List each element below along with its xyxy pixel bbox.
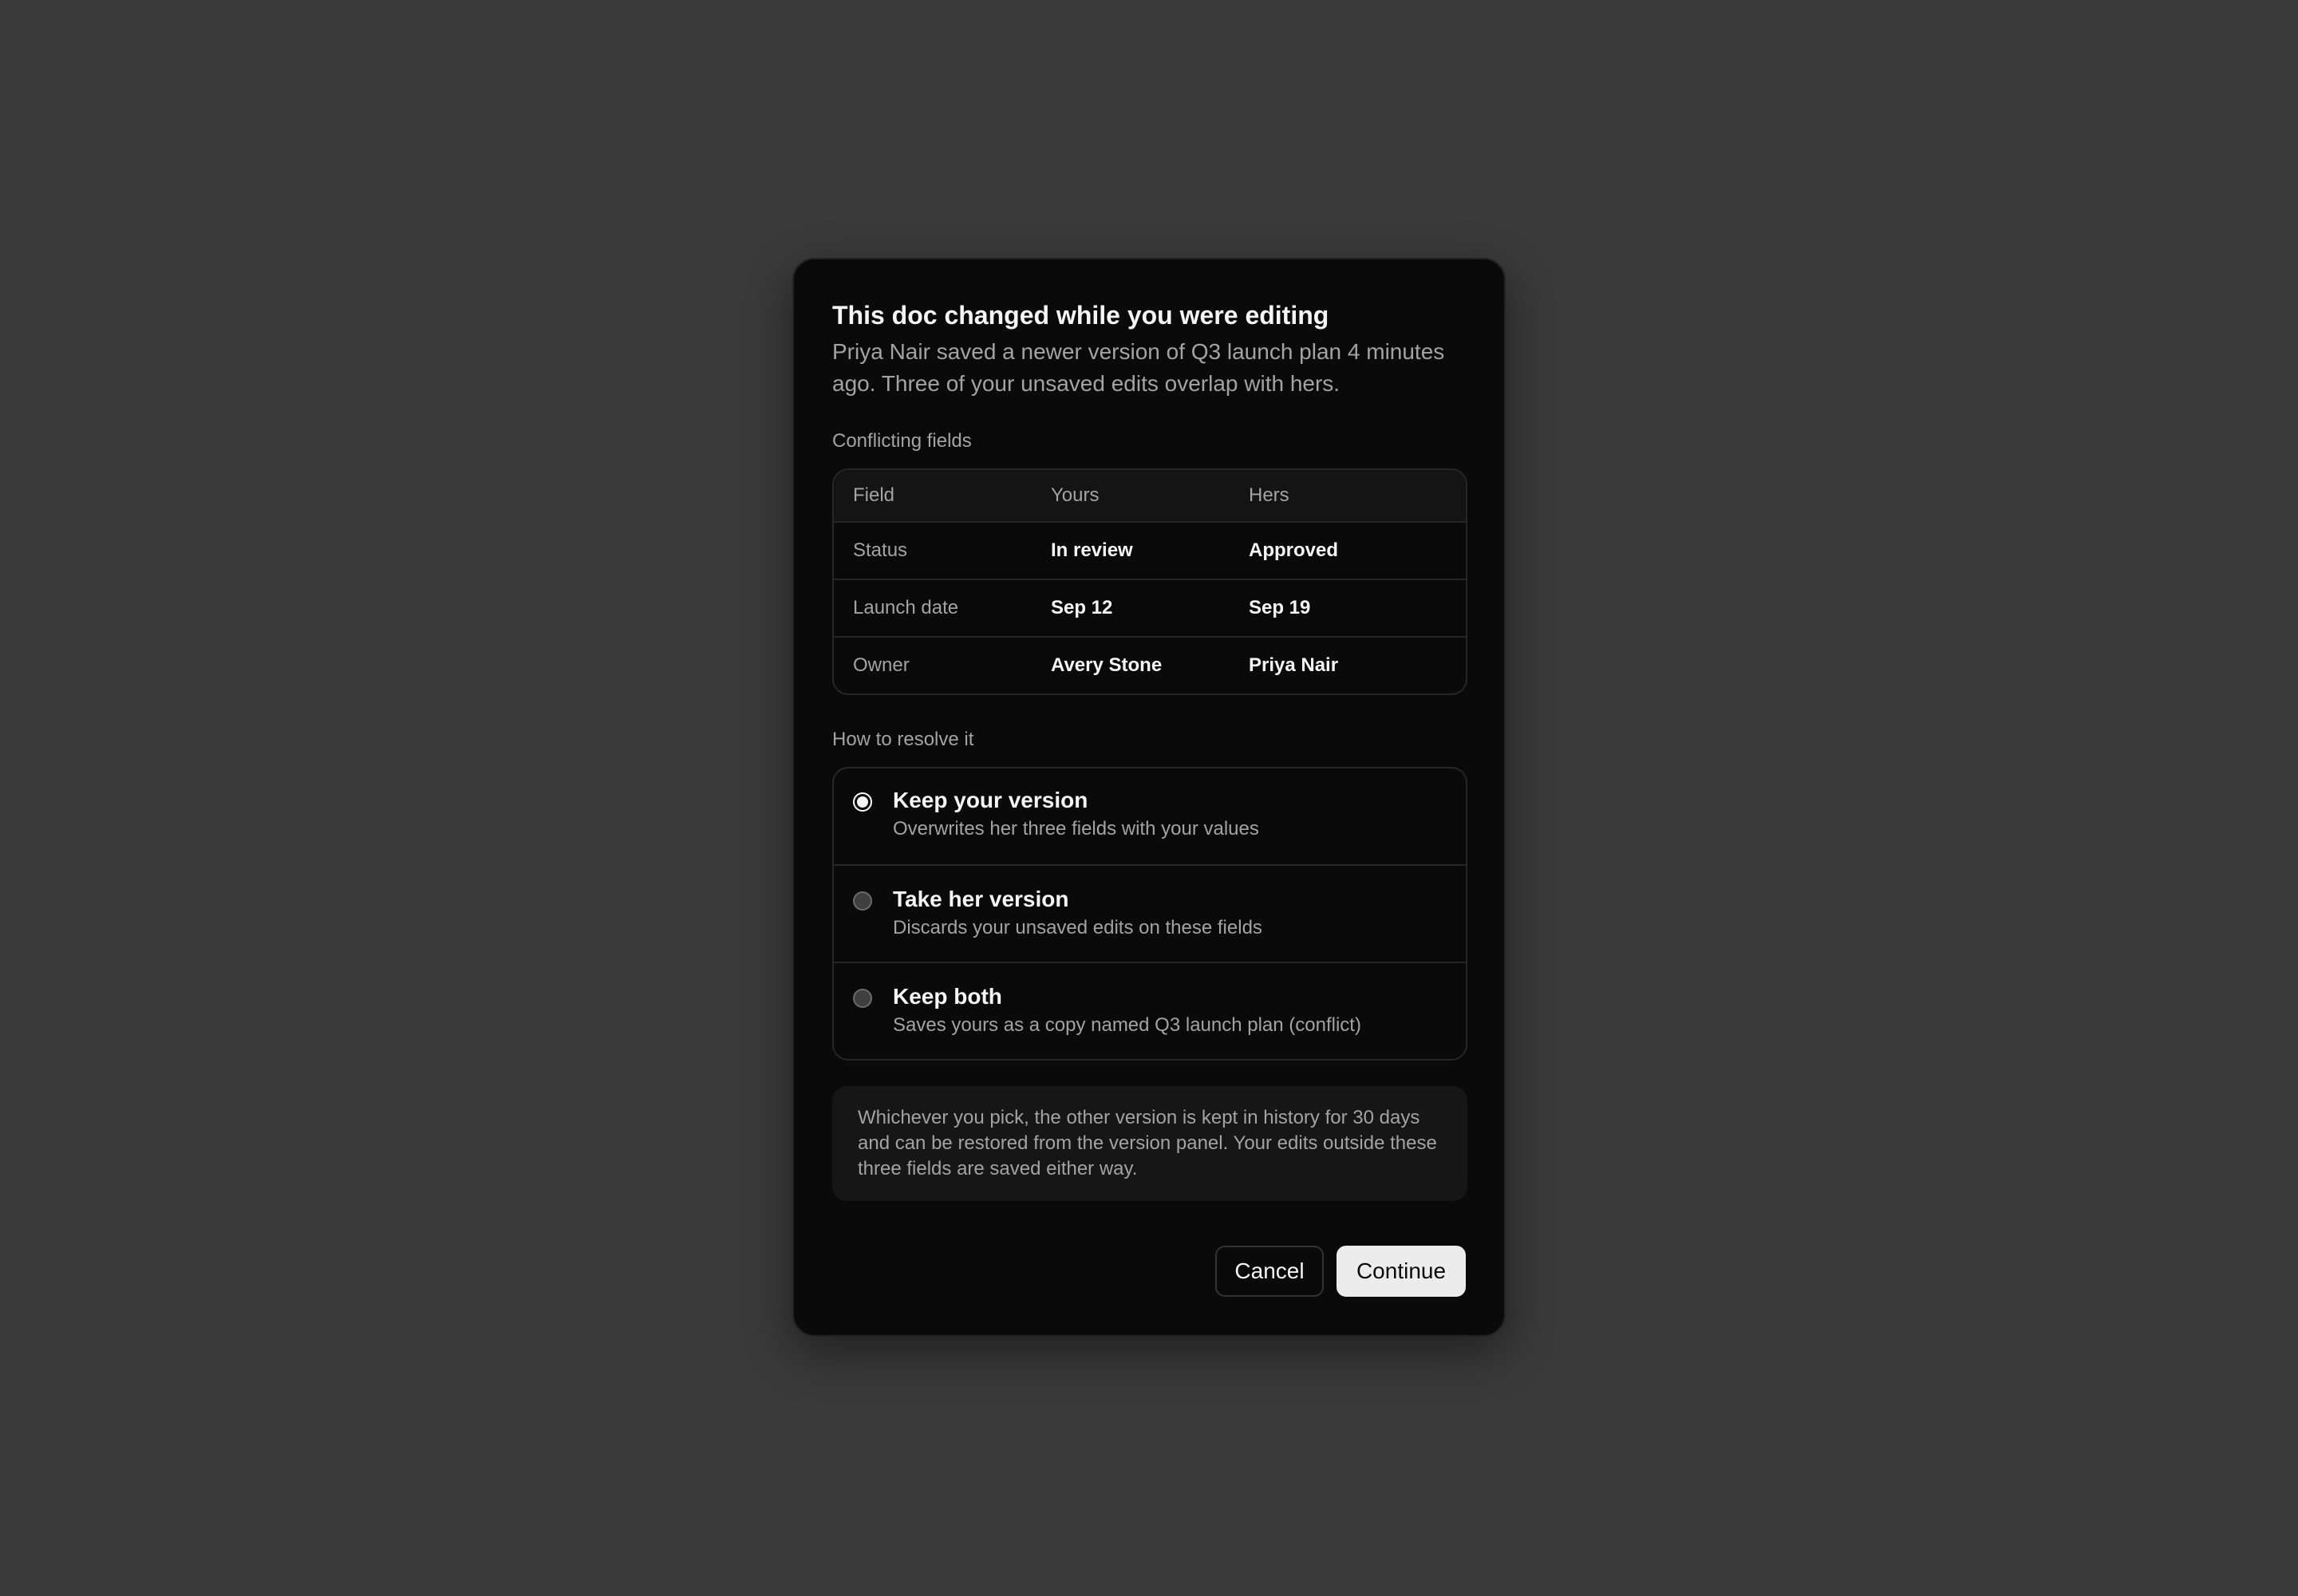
- option-description: Saves yours as a copy named Q3 launch pl…: [893, 1014, 1361, 1036]
- option-keep-yours[interactable]: Keep your version Overwrites her three f…: [834, 768, 1466, 864]
- conflicts-table: Field Yours Hers Status In review Approv…: [832, 468, 1467, 695]
- option-title: Keep both: [893, 984, 1002, 1009]
- table-header-row: Field Yours Hers: [834, 470, 1466, 521]
- column-header-hers: Hers: [1249, 484, 1289, 506]
- option-keep-both[interactable]: Keep both Saves yours as a copy named Q3…: [834, 962, 1466, 1059]
- column-header-field: Field: [853, 484, 895, 506]
- column-header-yours: Yours: [1051, 484, 1100, 506]
- your-value: Sep 12: [1051, 597, 1113, 618]
- your-value: In review: [1051, 539, 1133, 561]
- conflicting-fields-label: Conflicting fields: [832, 430, 972, 452]
- option-description: Discards your unsaved edits on these fie…: [893, 917, 1262, 938]
- field-name: Launch date: [853, 597, 959, 618]
- table-row-launch-date: Launch date Sep 12 Sep 19: [834, 579, 1466, 636]
- option-take-hers[interactable]: Take her version Discards your unsaved e…: [834, 864, 1466, 962]
- radio-button[interactable]: [853, 989, 872, 1008]
- dialog-title: This doc changed while you were editing: [832, 301, 1329, 330]
- cancel-button[interactable]: Cancel: [1215, 1246, 1324, 1297]
- radio-button[interactable]: [853, 891, 872, 911]
- option-title: Keep your version: [893, 788, 1088, 812]
- conflict-dialog: This doc changed while you were editing …: [792, 258, 1506, 1337]
- your-value: Avery Stone: [1051, 654, 1163, 676]
- dialog-description: Priya Nair saved a newer version of Q3 l…: [832, 339, 1445, 396]
- radio-button-selected[interactable]: [853, 792, 872, 812]
- history-note: Whichever you pick, the other version is…: [832, 1086, 1467, 1201]
- continue-button[interactable]: Continue: [1337, 1246, 1466, 1297]
- table-row-status: Status In review Approved: [834, 521, 1466, 579]
- field-name: Status: [853, 539, 908, 561]
- her-value: Priya Nair: [1249, 654, 1339, 676]
- her-value: Approved: [1249, 539, 1339, 561]
- dialog-actions: Cancel Continue: [1215, 1246, 1466, 1297]
- resolve-label: How to resolve it: [832, 729, 974, 750]
- her-value: Sep 19: [1249, 597, 1311, 618]
- option-title: Take her version: [893, 887, 1069, 911]
- resolution-options: Keep your version Overwrites her three f…: [832, 767, 1467, 1061]
- field-name: Owner: [853, 654, 910, 676]
- option-description: Overwrites her three fields with your va…: [893, 818, 1259, 839]
- table-row-owner: Owner Avery Stone Priya Nair: [834, 636, 1466, 693]
- dialog-content: This doc changed while you were editing …: [832, 298, 1467, 1201]
